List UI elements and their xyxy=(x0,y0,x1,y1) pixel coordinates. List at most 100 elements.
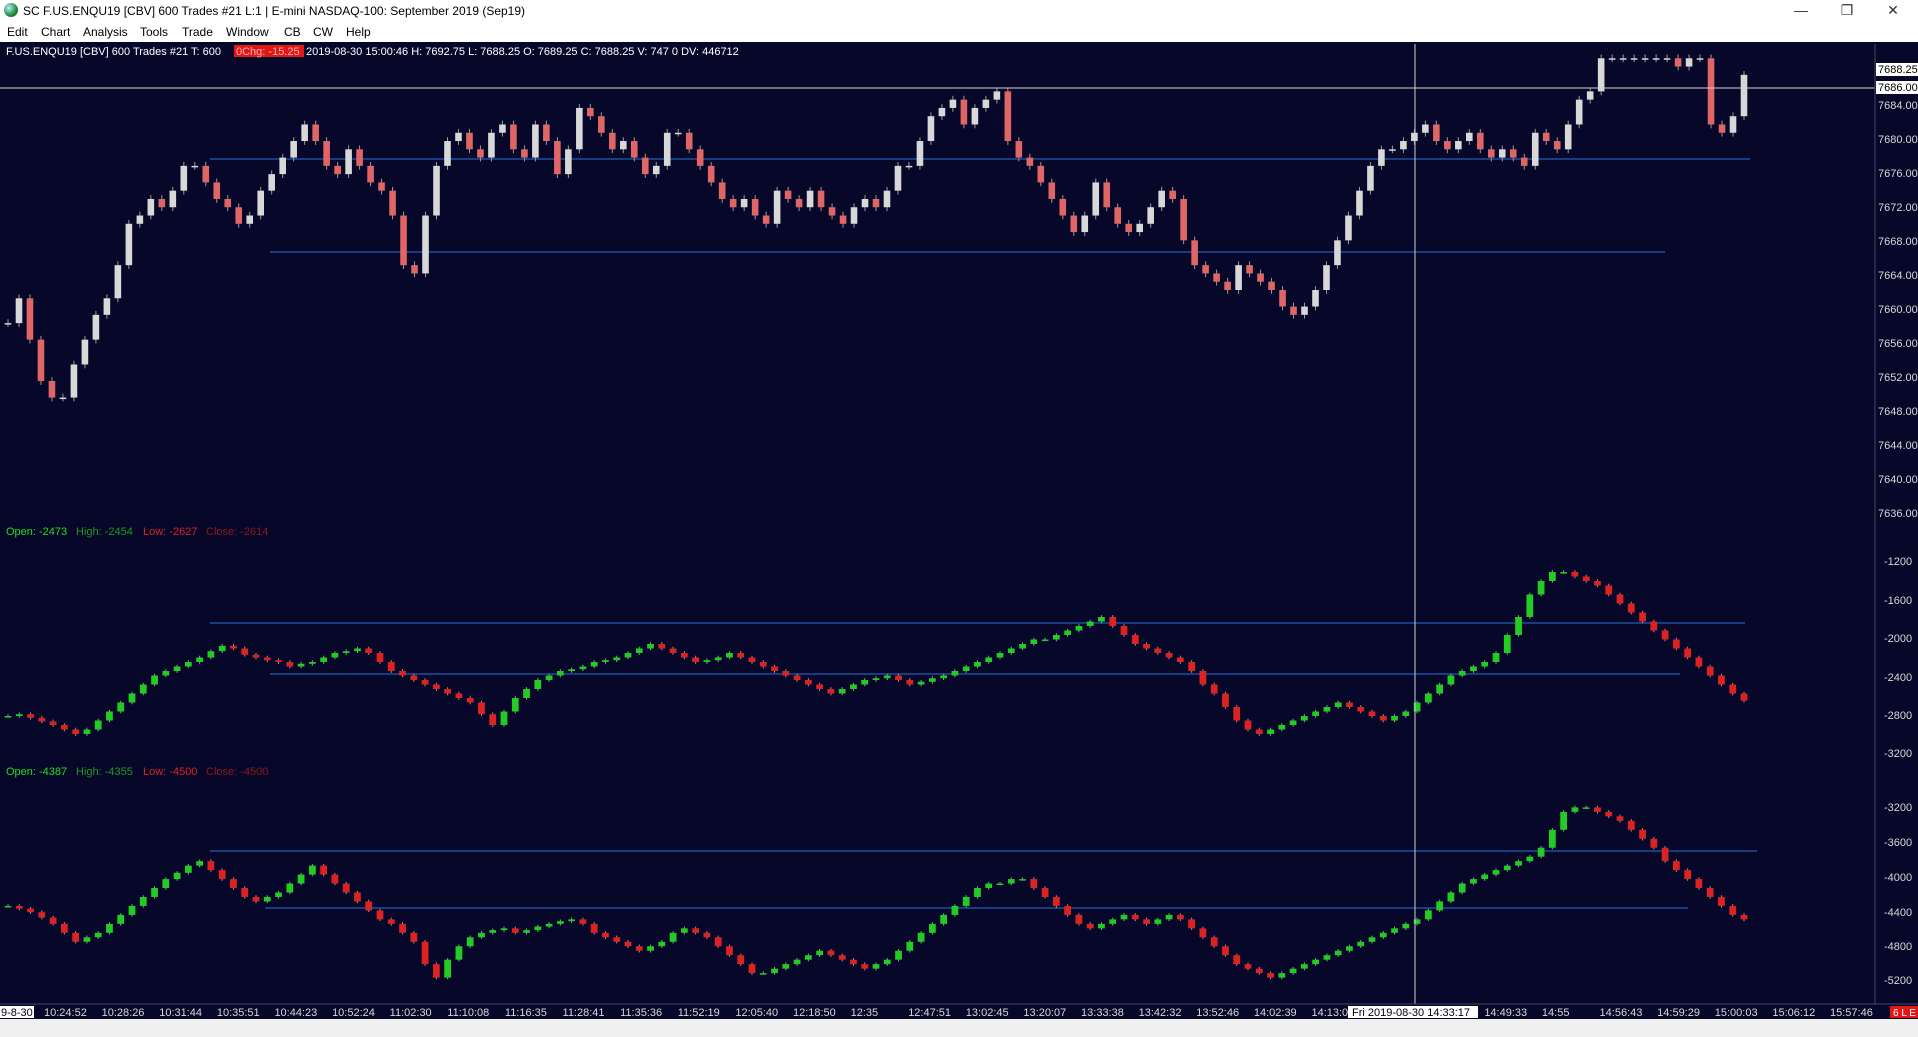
price-candle xyxy=(422,215,429,274)
osc1-candle xyxy=(556,671,564,676)
price-candle xyxy=(1498,149,1506,158)
osc2-candle xyxy=(1368,937,1376,942)
osc2-low-label: Low: -4500 xyxy=(143,766,197,778)
price-candle xyxy=(674,132,682,135)
menu-tools[interactable]: Tools xyxy=(140,25,168,39)
price-candle xyxy=(213,182,221,199)
price-candle xyxy=(1323,265,1330,290)
osc1-candle xyxy=(1210,684,1218,694)
osc2-tick: -3600 xyxy=(1884,837,1912,849)
osc2-candle xyxy=(511,928,519,933)
osc2-candle xyxy=(308,865,316,875)
osc2-candle xyxy=(556,921,564,924)
osc2-candle xyxy=(1447,892,1455,902)
osc1-candle xyxy=(1368,711,1376,716)
osc2-candle xyxy=(1402,923,1410,929)
osc1-candle xyxy=(106,711,113,721)
menu-trade[interactable]: Trade xyxy=(182,25,213,39)
osc1-candle xyxy=(1650,621,1658,631)
osc1-candle xyxy=(748,657,756,662)
time-tick-label: 12:18:50 xyxy=(793,1007,836,1019)
chart-ohlc-details: 2019-08-30 15:00:46 H: 7692.75 L: 7688.2… xyxy=(306,46,739,58)
menu-edit[interactable]: Edit xyxy=(7,25,28,39)
menu-help[interactable]: Help xyxy=(346,25,371,39)
price-candle xyxy=(1224,281,1231,290)
osc1-candle xyxy=(342,651,350,653)
osc2-candle xyxy=(861,964,869,969)
close-icon[interactable]: ✕ xyxy=(1870,0,1916,22)
price-candle xyxy=(1729,116,1737,133)
osc1-candle xyxy=(1515,617,1522,635)
osc1-candle xyxy=(455,693,463,698)
time-tick-label: 10:35:51 xyxy=(217,1007,260,1019)
osc2-candle xyxy=(534,926,542,931)
osc2-candle xyxy=(106,923,113,933)
price-candle xyxy=(707,165,715,183)
price-candle xyxy=(971,107,979,125)
osc2-candle xyxy=(1233,955,1241,965)
price-candle xyxy=(1004,91,1012,142)
price-candle xyxy=(872,198,880,208)
price-candle xyxy=(1257,273,1264,282)
osc1-candle xyxy=(511,698,519,712)
osc2-candle xyxy=(1165,914,1173,920)
osc2-candle xyxy=(771,968,778,974)
osc2-candle xyxy=(1188,919,1196,929)
osc2-candle xyxy=(1672,861,1680,871)
osc1-candle xyxy=(184,662,192,667)
osc1-candle xyxy=(669,648,677,653)
osc1-candle xyxy=(1255,729,1263,734)
price-candle xyxy=(1531,132,1539,166)
osc2-candle xyxy=(613,937,621,942)
price-candle xyxy=(883,190,891,208)
chart-area[interactable]: F.US.ENQU19 [CBV] 600 Trades #21 T: 600 … xyxy=(0,42,1918,1019)
menu-chart[interactable]: Chart xyxy=(41,25,70,39)
osc1-high-label: High: -2454 xyxy=(76,526,133,538)
price-candle xyxy=(982,99,990,108)
osc1-candle xyxy=(308,662,316,664)
osc2-candle xyxy=(410,932,418,942)
price-candle xyxy=(784,190,792,199)
menu-window[interactable]: Window xyxy=(226,25,269,39)
price-candle xyxy=(1092,182,1100,216)
osc1-candle xyxy=(827,689,835,694)
price-candle xyxy=(630,141,638,158)
osc2-candle xyxy=(354,892,361,902)
osc2-high-label: High: -4355 xyxy=(76,766,133,778)
price-candle xyxy=(729,198,737,208)
osc2-candle xyxy=(1582,807,1590,809)
osc1-candle xyxy=(1458,671,1466,676)
osc2-tick: -4400 xyxy=(1884,907,1912,919)
osc1-candle xyxy=(275,660,282,662)
price-candle xyxy=(1235,265,1242,290)
price-candle xyxy=(400,215,407,266)
osc2-candle xyxy=(692,928,700,933)
osc1-candle xyxy=(1041,639,1049,641)
price-candle xyxy=(301,124,308,142)
price-tick: 7648.00 xyxy=(1878,406,1918,418)
restore-icon[interactable]: ❐ xyxy=(1824,0,1870,22)
time-axis-left-label: 9-8-30 xyxy=(1,1007,33,1019)
menu-cb[interactable]: CB xyxy=(284,25,301,39)
osc1-candle xyxy=(320,657,328,662)
price-candle xyxy=(1367,165,1374,191)
minimize-icon[interactable]: — xyxy=(1778,0,1824,22)
osc2-candle xyxy=(1041,888,1049,897)
price-candle xyxy=(685,132,693,150)
price-candle xyxy=(1180,198,1187,241)
osc1-candle xyxy=(1571,572,1579,577)
osc2-candle xyxy=(726,946,733,956)
price-candle xyxy=(861,198,869,208)
osc2-candle xyxy=(590,923,598,933)
osc2-candle xyxy=(759,973,767,975)
menu-cw[interactable]: CW xyxy=(313,25,333,39)
osc1-candle xyxy=(737,653,745,658)
price-candle xyxy=(1158,190,1165,208)
price-candle xyxy=(916,141,924,166)
osc2-candle xyxy=(714,937,722,947)
menu-analysis[interactable]: Analysis xyxy=(83,25,128,39)
osc1-candle xyxy=(1379,716,1387,721)
osc2-candle xyxy=(320,865,328,875)
osc1-candle xyxy=(1143,644,1150,649)
osc2-candle xyxy=(883,959,891,965)
